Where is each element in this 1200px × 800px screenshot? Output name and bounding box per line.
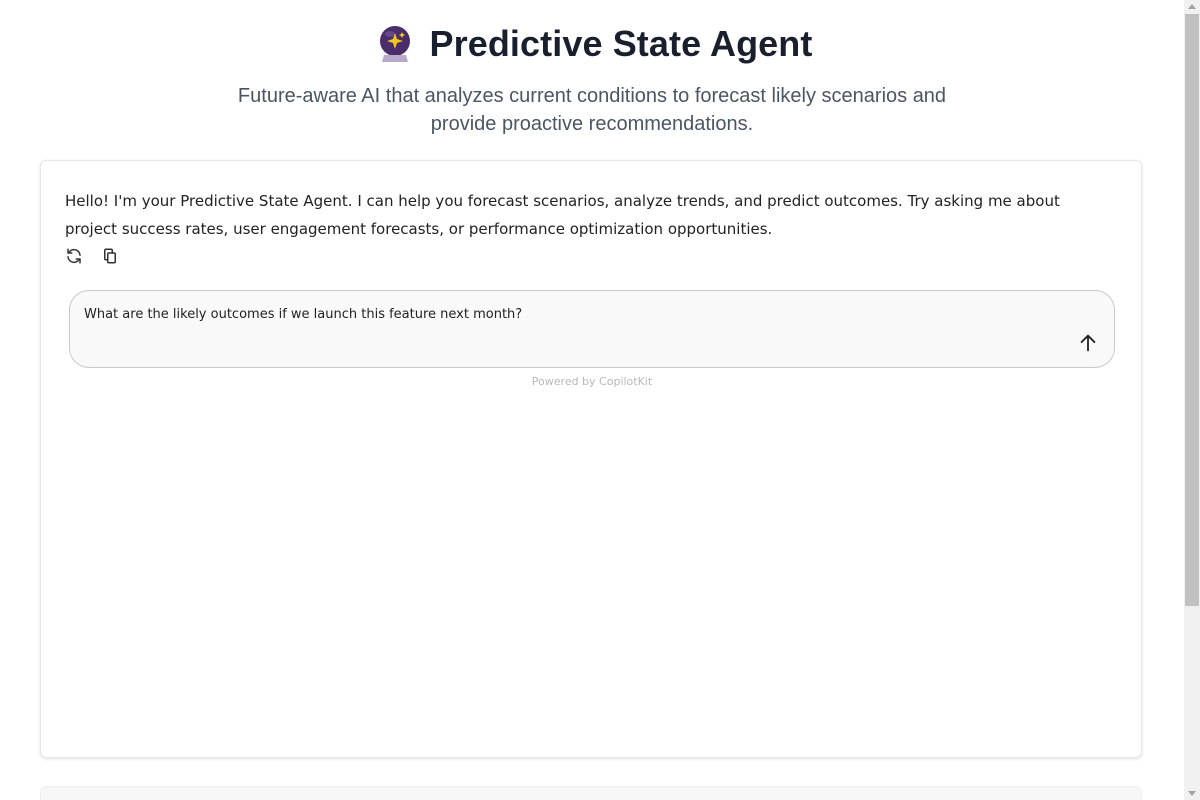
- secondary-panel: [40, 786, 1142, 800]
- message-controls: [65, 247, 119, 265]
- copy-icon[interactable]: [101, 247, 119, 265]
- page-scrollbar[interactable]: [1184, 0, 1200, 800]
- page-title: Predictive State Agent: [429, 23, 813, 64]
- title-row: Predictive State Agent: [0, 22, 1184, 66]
- arrow-up-icon: [1080, 334, 1096, 352]
- assistant-message: Hello! I'm your Predictive State Agent. …: [65, 192, 1060, 238]
- scrollbar-thumb[interactable]: [1185, 14, 1199, 606]
- scroll-down-icon[interactable]: [1188, 791, 1196, 796]
- page-subtitle: Future-aware AI that analyzes current co…: [237, 85, 947, 135]
- scroll-up-icon[interactable]: [1188, 4, 1196, 9]
- send-button[interactable]: [1076, 331, 1100, 355]
- chat-input[interactable]: [84, 307, 1044, 322]
- chat-panel: Hello! I'm your Predictive State Agent. …: [40, 160, 1142, 758]
- regenerate-icon[interactable]: [65, 247, 83, 265]
- chat-input-box: [69, 290, 1115, 368]
- page: Predictive State Agent Future-aware AI t…: [0, 0, 1184, 800]
- crystal-ball-icon: [378, 25, 412, 63]
- header: Predictive State Agent Future-aware AI t…: [0, 0, 1184, 138]
- powered-by-label: Powered by CopilotKit: [531, 375, 653, 388]
